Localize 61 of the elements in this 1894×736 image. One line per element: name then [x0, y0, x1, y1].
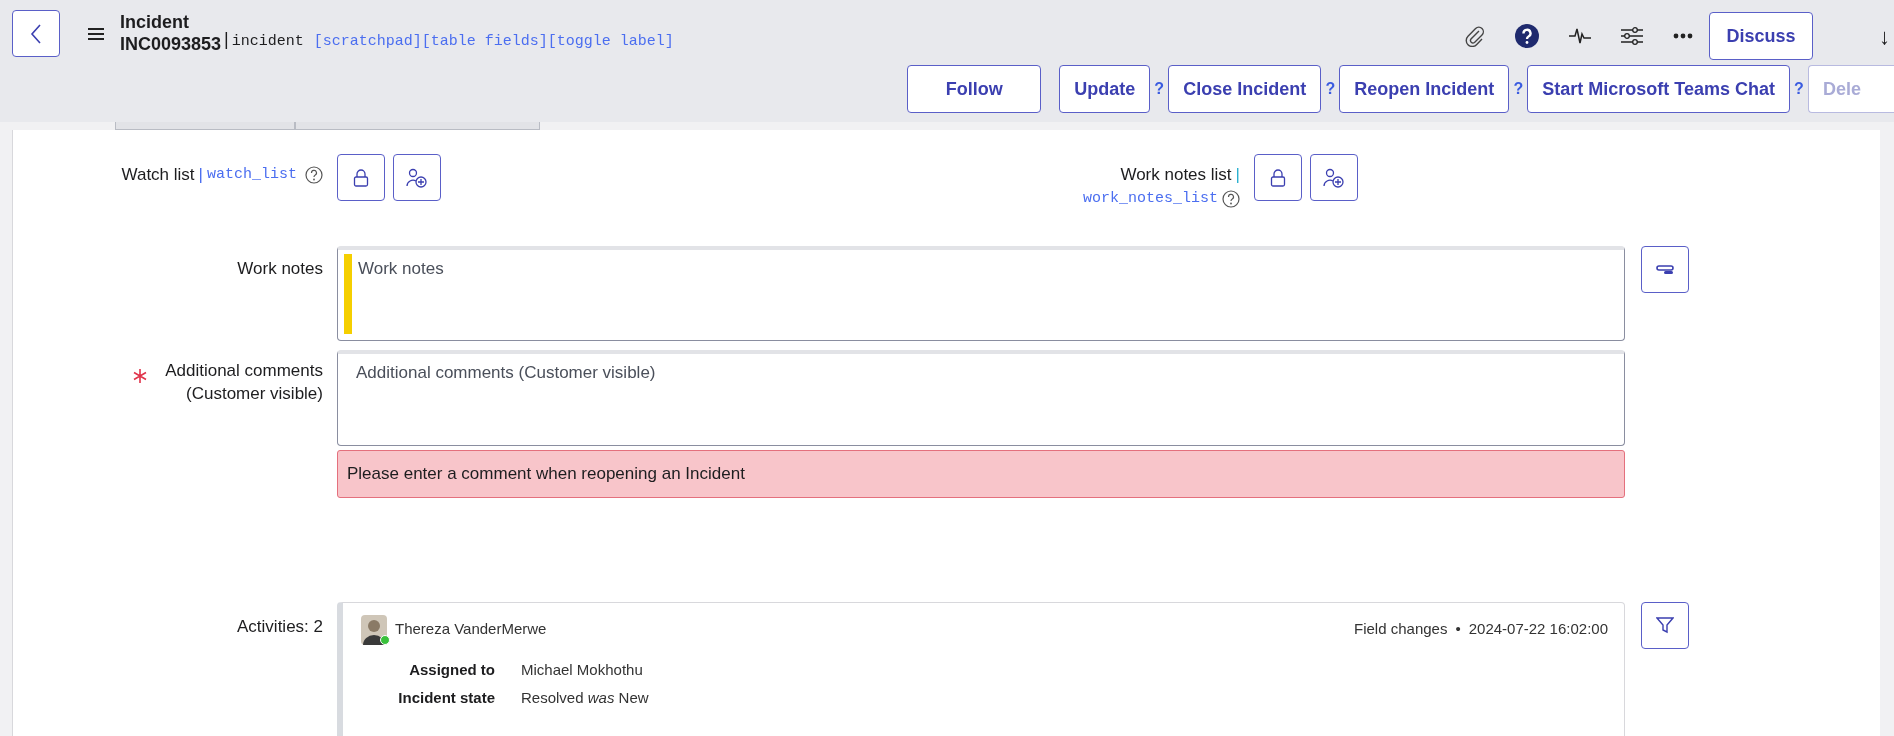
help-mark[interactable]: ? [1509, 77, 1528, 113]
filter-icon [1656, 616, 1674, 634]
record-type: Incident [120, 12, 190, 34]
work-notes-field[interactable]: Work notes [337, 246, 1625, 341]
toggle-icon [1656, 264, 1674, 275]
discuss-button[interactable]: Discuss [1709, 12, 1813, 60]
action-button[interactable]: Update [1059, 65, 1151, 113]
activity-icon[interactable] [1569, 27, 1591, 45]
field-label: Watch list [121, 164, 195, 186]
add-user-button[interactable] [393, 154, 441, 201]
add-user-icon [1323, 167, 1345, 188]
timestamp: 2024-07-22 16:02:00 [1468, 619, 1608, 640]
field-name: work_notes_list [1082, 188, 1218, 209]
action-button[interactable]: Close Incident [1168, 65, 1322, 113]
header-link[interactable]: [scratchpad] [313, 31, 422, 54]
lock-icon [353, 168, 369, 187]
back-button[interactable] [12, 10, 60, 57]
help-icon[interactable] [1222, 189, 1240, 208]
lock-icon [1270, 168, 1286, 187]
chevron-left-icon [29, 22, 43, 45]
change-field: Assigned to [361, 658, 521, 681]
comments-field[interactable]: Additional comments (Customer visible) [337, 350, 1625, 446]
action-button[interactable]: Follow [907, 65, 1042, 113]
lock-button[interactable] [337, 154, 385, 201]
separator: | [224, 28, 229, 51]
header-link[interactable]: [toggle label] [547, 31, 674, 54]
scroll-down-arrow[interactable]: ↓ [1879, 19, 1890, 53]
add-user-icon [406, 167, 428, 188]
table-name: incident [231, 32, 304, 52]
header-link[interactable]: [table fields] [421, 31, 548, 54]
lock-button[interactable] [1254, 154, 1302, 201]
attachment-icon[interactable] [1465, 25, 1485, 47]
separator: | [198, 164, 203, 186]
change-value: Michael Mokhothu [521, 659, 643, 680]
separator: | [1235, 164, 1240, 186]
field-label: Work notes list [1120, 164, 1232, 186]
entry-type: Field changes [1354, 619, 1448, 640]
settings-icon[interactable] [1621, 27, 1643, 45]
field-label: Work notes [237, 259, 323, 278]
help-icon[interactable] [1515, 24, 1539, 48]
action-button[interactable]: Reopen Incident [1339, 65, 1510, 113]
help-mark[interactable]: ? [1321, 77, 1340, 113]
more-icon[interactable] [1673, 33, 1693, 39]
separator: • [1455, 619, 1461, 640]
toggle-button[interactable] [1641, 246, 1689, 293]
author-name: Thereza VanderMerwe [395, 619, 547, 640]
field-label: Additional comments (Customer visible) [164, 360, 323, 405]
action-button[interactable]: Start Microsoft Teams Chat [1527, 65, 1790, 113]
help-mark[interactable]: ? [1790, 77, 1808, 113]
menu-icon[interactable] [88, 28, 104, 40]
error-message: Please enter a comment when reopening an Incident [337, 450, 1625, 498]
activities-label: Activities: 2 [237, 616, 323, 636]
help-mark[interactable]: ? [1150, 77, 1169, 113]
avatar-icon [361, 614, 387, 645]
field-name: watch_list [207, 164, 297, 185]
help-icon[interactable] [305, 165, 323, 184]
change-value: Resolved was New [521, 688, 649, 708]
record-number: INC0093853 [120, 33, 222, 56]
add-user-button[interactable] [1310, 154, 1358, 201]
filter-button[interactable] [1641, 601, 1689, 649]
change-field: Incident state [361, 687, 521, 710]
